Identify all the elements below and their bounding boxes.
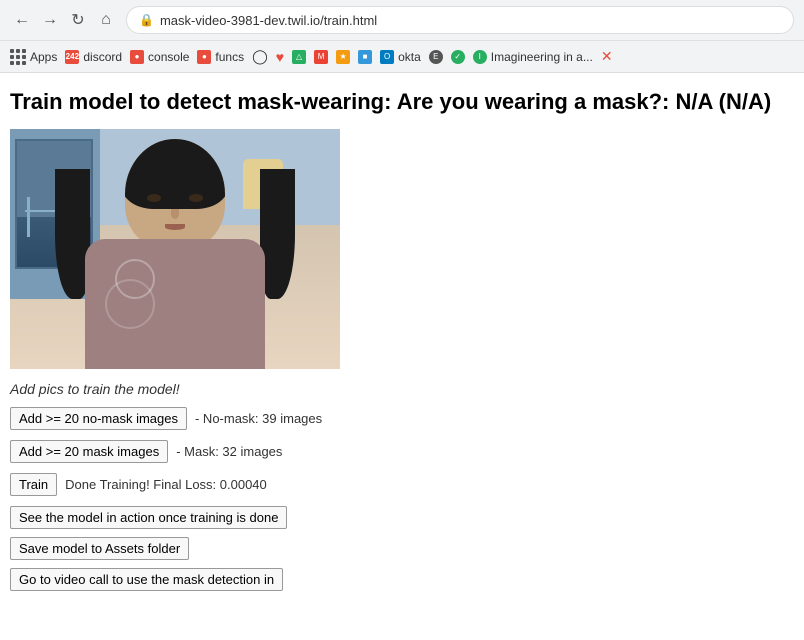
bookmark-imagineering[interactable]: I Imagineering in a... bbox=[473, 50, 593, 64]
bookmark-heart[interactable]: ♥ bbox=[276, 49, 284, 65]
bookmarks-bar: Apps 242 discord ● console ● funcs ◯ ♥ △… bbox=[0, 40, 804, 72]
ext2-icon: ■ bbox=[358, 50, 372, 64]
bookmark-console-label: console bbox=[148, 50, 189, 64]
bookmark-gmail[interactable]: M bbox=[314, 50, 328, 64]
add-no-mask-button[interactable]: Add >= 20 no-mask images bbox=[10, 407, 187, 430]
bookmark-console-icon: ● bbox=[130, 50, 144, 64]
page-content: Train model to detect mask-wearing: Are … bbox=[0, 73, 804, 615]
gmail-icon: M bbox=[314, 50, 328, 64]
bookmark-242[interactable]: 242 discord bbox=[65, 50, 122, 64]
bookmark-funcs-icon: ● bbox=[197, 50, 211, 64]
browser-toolbar: ← → ↻ ⌂ 🔒 mask-video-3981-dev.twil.io/tr… bbox=[0, 0, 804, 40]
refresh-button[interactable]: ↻ bbox=[66, 8, 90, 32]
bookmark-242-icon: 242 bbox=[65, 50, 79, 64]
ext1-icon: ★ bbox=[336, 50, 350, 64]
see-model-button[interactable]: See the model in action once training is… bbox=[10, 506, 287, 529]
bookmark-gdrive[interactable]: △ bbox=[292, 50, 306, 64]
person-silhouette bbox=[75, 139, 275, 369]
mask-count: - Mask: 32 images bbox=[176, 444, 282, 459]
mask-row: Add >= 20 mask images - Mask: 32 images bbox=[10, 440, 794, 463]
actions-section: Add pics to train the model! Add >= 20 n… bbox=[10, 381, 794, 591]
no-mask-row: Add >= 20 no-mask images - No-mask: 39 i… bbox=[10, 407, 794, 430]
bookmark-apps[interactable]: Apps bbox=[10, 49, 57, 65]
webcam-view bbox=[10, 129, 340, 369]
save-model-button[interactable]: Save model to Assets folder bbox=[10, 537, 189, 560]
person-head bbox=[125, 139, 225, 249]
bookmark-ext1[interactable]: ★ bbox=[336, 50, 350, 64]
apps-grid-icon bbox=[10, 49, 26, 65]
bookmark-imagineering-label: Imagineering in a... bbox=[491, 50, 593, 64]
imagineering-icon: I bbox=[473, 50, 487, 64]
browser-chrome: ← → ↻ ⌂ 🔒 mask-video-3981-dev.twil.io/tr… bbox=[0, 0, 804, 73]
bookmark-green2[interactable]: ✓ bbox=[451, 50, 465, 64]
bookmark-242-label: discord bbox=[83, 50, 122, 64]
person-body bbox=[85, 239, 265, 369]
webcam-placeholder bbox=[10, 129, 340, 369]
instruction-text: Add pics to train the model! bbox=[10, 381, 794, 397]
gdrive-icon: △ bbox=[292, 50, 306, 64]
bookmark-extra[interactable]: ✕ bbox=[601, 48, 613, 65]
apps-label: Apps bbox=[30, 50, 57, 64]
add-mask-button[interactable]: Add >= 20 mask images bbox=[10, 440, 168, 463]
green2-icon: ✓ bbox=[451, 50, 465, 64]
bookmark-console[interactable]: ● console bbox=[130, 50, 189, 64]
train-button[interactable]: Train bbox=[10, 473, 57, 496]
train-status: Done Training! Final Loss: 0.00040 bbox=[65, 477, 267, 492]
no-mask-count: - No-mask: 39 images bbox=[195, 411, 322, 426]
forward-button[interactable]: → bbox=[38, 8, 62, 32]
extra-icon: ✕ bbox=[601, 48, 613, 65]
page-title: Train model to detect mask-wearing: Are … bbox=[10, 89, 794, 115]
lock-icon: 🔒 bbox=[139, 13, 154, 27]
nav-buttons: ← → ↻ ⌂ bbox=[10, 8, 118, 32]
url-text: mask-video-3981-dev.twil.io/train.html bbox=[160, 13, 377, 28]
okta-icon: O bbox=[380, 50, 394, 64]
bookmark-ext2[interactable]: ■ bbox=[358, 50, 372, 64]
train-row: Train Done Training! Final Loss: 0.00040 bbox=[10, 473, 794, 496]
bookmark-funcs-label: funcs bbox=[215, 50, 244, 64]
github-icon: ◯ bbox=[252, 48, 268, 65]
person-hair-top bbox=[125, 139, 225, 209]
go-video-button[interactable]: Go to video call to use the mask detecti… bbox=[10, 568, 283, 591]
home-button[interactable]: ⌂ bbox=[94, 8, 118, 32]
bookmark-okta[interactable]: O okta bbox=[380, 50, 421, 64]
e-icon: E bbox=[429, 50, 443, 64]
bookmark-okta-label: okta bbox=[398, 50, 421, 64]
back-button[interactable]: ← bbox=[10, 8, 34, 32]
address-bar[interactable]: 🔒 mask-video-3981-dev.twil.io/train.html bbox=[126, 6, 794, 34]
bookmark-funcs[interactable]: ● funcs bbox=[197, 50, 244, 64]
heart-icon: ♥ bbox=[276, 49, 284, 65]
bookmark-github[interactable]: ◯ bbox=[252, 48, 268, 65]
bookmark-e[interactable]: E bbox=[429, 50, 443, 64]
hair-side-right bbox=[260, 169, 295, 299]
